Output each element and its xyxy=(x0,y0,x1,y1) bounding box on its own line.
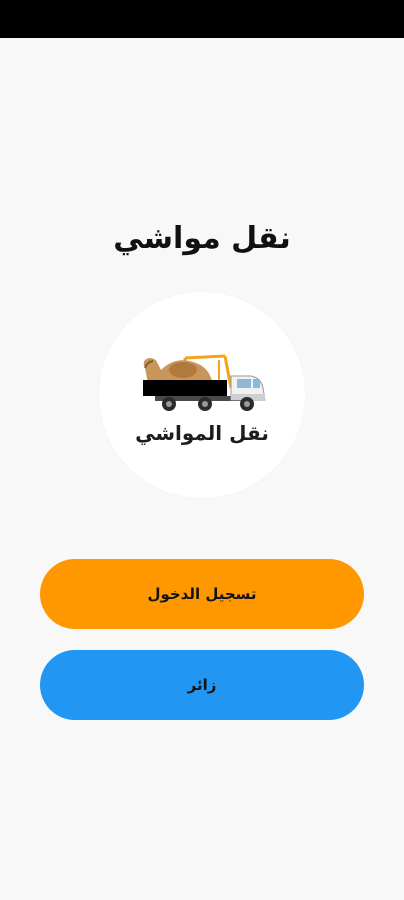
livestock-truck-logo xyxy=(143,354,266,411)
login-button[interactable]: تسجيل الدخول xyxy=(40,559,364,629)
logo: نقل المواشي xyxy=(99,292,305,498)
status-bar xyxy=(0,0,404,38)
page-title: نقل مواشي xyxy=(113,221,291,256)
guest-button[interactable]: زائر xyxy=(40,650,364,720)
logo-caption: نقل المواشي xyxy=(135,421,269,445)
